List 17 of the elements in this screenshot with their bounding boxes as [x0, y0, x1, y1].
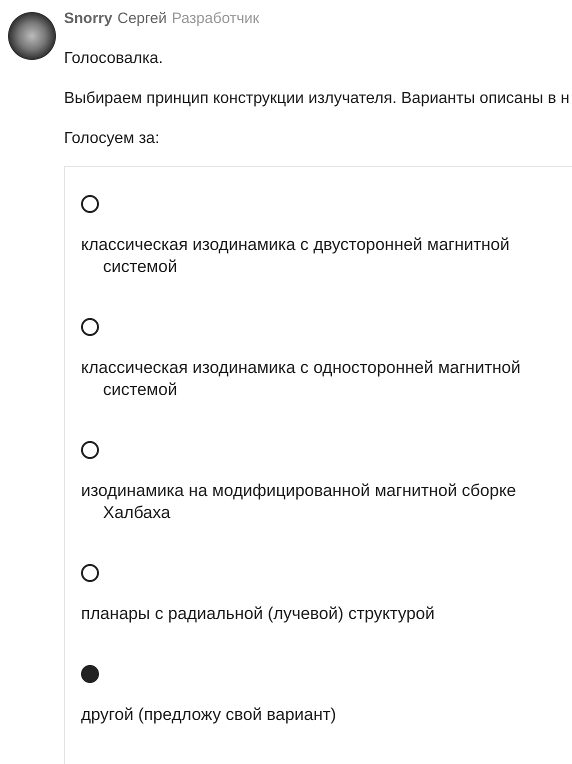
radio-button[interactable]	[81, 195, 99, 213]
author-role: Разработчик	[172, 12, 260, 26]
radio-button[interactable]	[81, 665, 99, 683]
radio-button[interactable]	[81, 441, 99, 459]
option-label[interactable]: планары с радиальной (лучевой) структурой	[81, 603, 572, 625]
option-label[interactable]: классическая изодинамика с двусторонней магнитной системой	[81, 234, 572, 278]
post-paragraph: Выбираем принцип конструкции излучателя. Варианты описаны в н	[64, 89, 570, 109]
radio-button[interactable]	[81, 564, 99, 582]
author-nickname[interactable]: Snorry	[64, 12, 112, 26]
option-label[interactable]: изодинамика на модифицированной магнитной сборке Халбаха	[81, 480, 572, 524]
post-paragraph: Голосовалка.	[64, 49, 164, 69]
radio-button[interactable]	[81, 318, 99, 336]
option-label[interactable]: классическая изодинамика с односторонней магнитной системой	[81, 357, 572, 401]
post-paragraph: Голосуем за:	[64, 129, 160, 149]
author-name: Сергей	[117, 12, 167, 26]
avatar-picture	[8, 12, 56, 60]
option-label[interactable]: другой (предложу свой вариант)	[81, 704, 572, 726]
